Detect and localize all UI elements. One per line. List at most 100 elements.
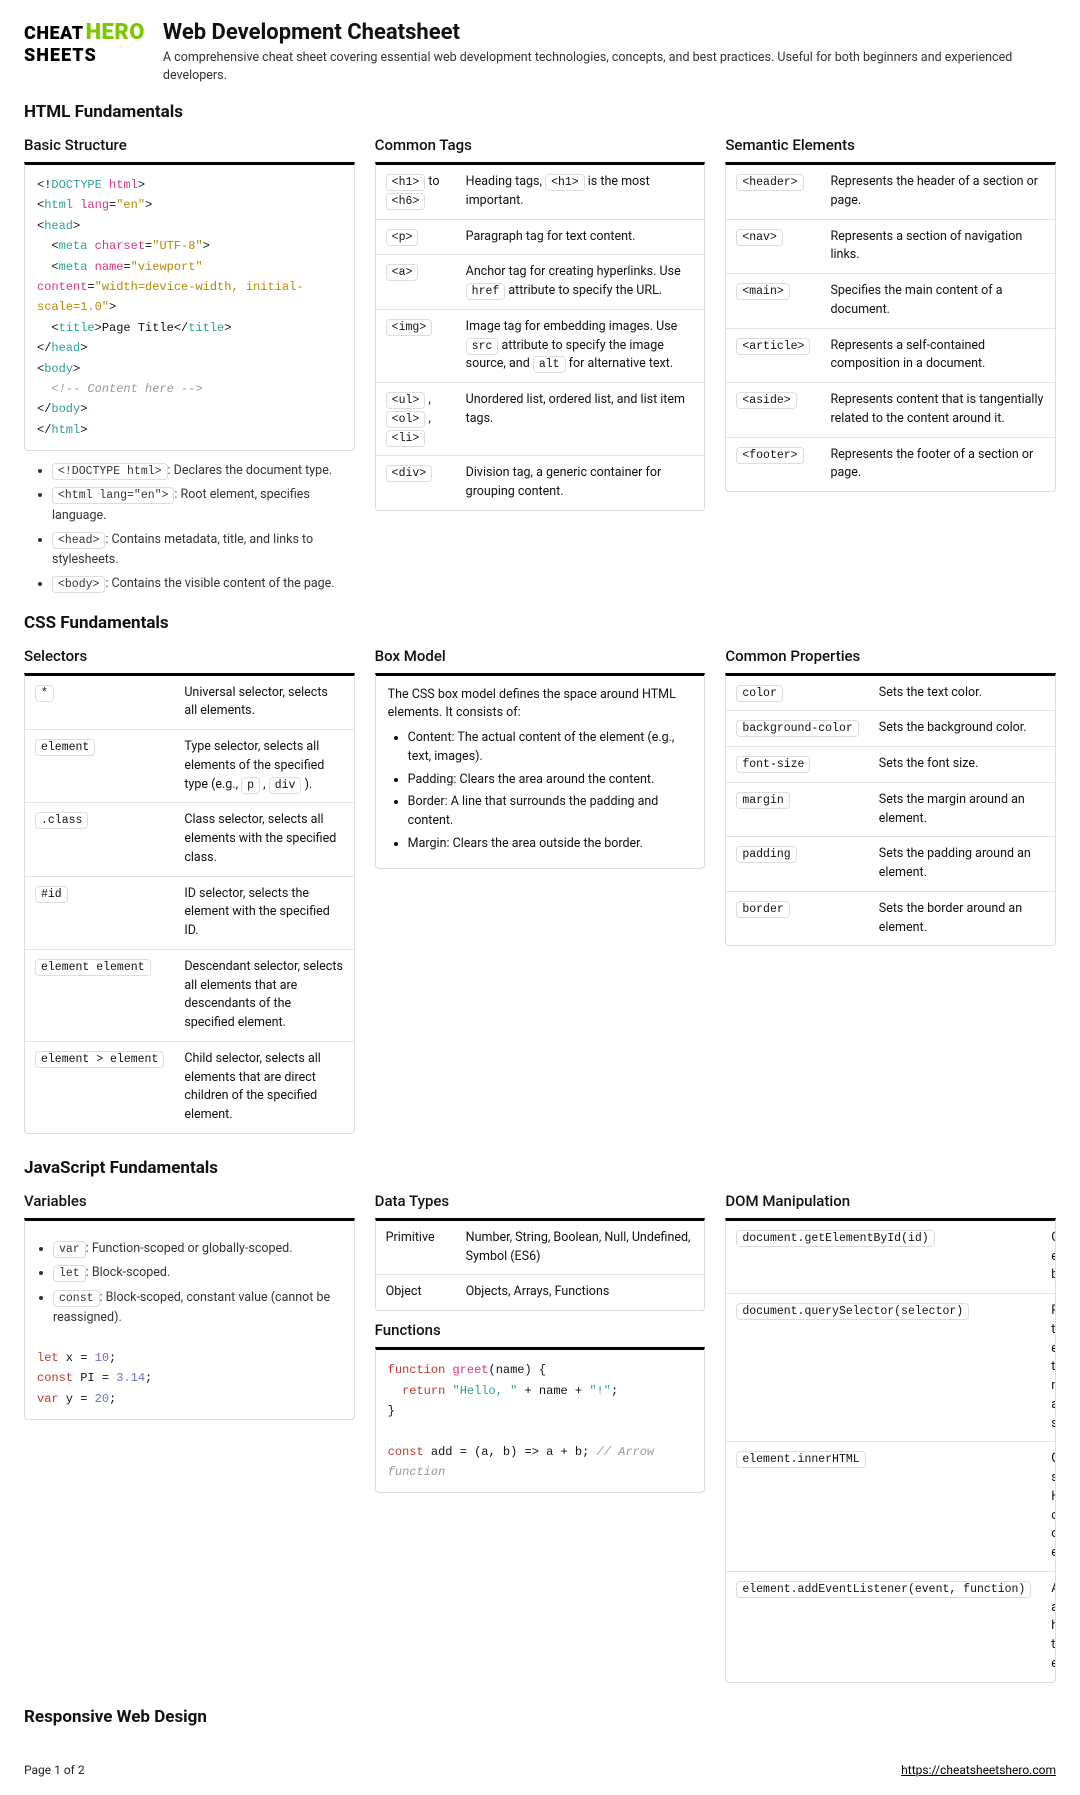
inline-code: element.innerHTML xyxy=(736,1451,865,1468)
subsection-heading: Box Model xyxy=(375,647,706,665)
inline-code: <h1> xyxy=(386,174,426,191)
cell-value: Represents a section of navigation links… xyxy=(820,219,1055,274)
page-title: Web Development Cheatsheet xyxy=(163,20,1056,45)
cell-value: Anchor tag for creating hyperlinks. Use … xyxy=(456,255,705,310)
table-row: document.querySelector(selector) Returns … xyxy=(726,1294,1056,1442)
subsection-heading: DOM Manipulation xyxy=(725,1192,1056,1210)
inline-code: #id xyxy=(35,886,68,903)
subsection-heading: Common Properties xyxy=(725,647,1056,665)
notes-list: var: Function-scoped or globally-scoped.… xyxy=(25,1229,354,1338)
table-row: <header>Represents the header of a secti… xyxy=(726,165,1055,219)
table-card: color Sets the text color. background-colo… xyxy=(725,673,1056,947)
cell-key: element > element xyxy=(25,1041,174,1133)
inline-code: padding xyxy=(736,846,796,863)
cell-key: <footer> xyxy=(726,437,820,491)
inline-code: <h1> xyxy=(545,174,585,191)
header: CHEAT HERO SHEETS Web Development Cheats… xyxy=(24,20,1056,84)
inline-code: src xyxy=(466,338,499,355)
cell-key: document.getElementById(id) xyxy=(726,1221,1041,1294)
code-block: <!DOCTYPE html> <html lang="en"> <head> … xyxy=(25,165,354,450)
table-row: <a> Anchor tag for creating hyperlinks. U… xyxy=(376,255,705,310)
inline-code: var xyxy=(53,1241,86,1258)
table-row: #idID selector, selects the element with… xyxy=(25,876,354,949)
cell-key: <article> xyxy=(726,328,820,383)
table-row: PrimitiveNumber, String, Boolean, Null, … xyxy=(376,1221,705,1275)
cell-value: Sets the font size. xyxy=(869,747,1055,783)
inline-code: <ul> xyxy=(386,392,426,409)
source-link[interactable]: https://cheatsheetshero.com xyxy=(901,1763,1056,1777)
inline-code: document.querySelector(selector) xyxy=(736,1303,969,1320)
table-row: element.innerHTMLGets or sets the HTML c… xyxy=(726,1442,1056,1572)
table-row: document.getElementById(id)Gets an eleme… xyxy=(726,1221,1056,1294)
subsection-heading: Functions xyxy=(375,1321,706,1339)
cell-value: Specifies the main content of a document… xyxy=(820,274,1055,329)
code-block: let x = 10; const PI = 3.14; var y = 20; xyxy=(25,1338,354,1419)
cell-key: <main> xyxy=(726,274,820,329)
table-row: <img>Image tag for embedding images. Use… xyxy=(376,309,705,382)
cell-value: Returns the first element that matches a… xyxy=(1041,1294,1056,1442)
section-heading: Responsive Web Design xyxy=(24,1707,1056,1727)
section-heading: JavaScript Fundamentals xyxy=(24,1158,1056,1178)
table-row: .classClass selector, selects all elemen… xyxy=(25,803,354,876)
cell-key: element.addEventListener(event, function… xyxy=(726,1571,1041,1681)
table-row: <nav>Represents a section of navigation … xyxy=(726,219,1055,274)
list-item: <body>: Contains the visible content of … xyxy=(52,574,355,594)
cell-value: Heading tags, <h1> is the most important… xyxy=(456,165,705,219)
list-text: : Function-scoped or globally-scoped. xyxy=(86,1241,293,1256)
inline-code: margin xyxy=(736,792,789,809)
inline-code: background-color xyxy=(736,720,858,737)
cell-value: Objects, Arrays, Functions xyxy=(456,1275,705,1310)
cell-value: Universal selector, selects all elements… xyxy=(174,676,353,730)
cell-value: Sets the text color. xyxy=(869,676,1055,711)
table-card: document.getElementById(id)Gets an eleme… xyxy=(725,1218,1056,1683)
cell-value: Sets the margin around an element. xyxy=(869,782,1055,837)
list-text: Clears the area around the content. xyxy=(456,772,654,787)
footer: Page 1 of 2 https://cheatsheetshero.com xyxy=(24,1763,1056,1777)
cell-value: Gets an element by its ID. xyxy=(1041,1221,1056,1294)
inline-code: border xyxy=(736,901,789,918)
cell-key: * xyxy=(25,676,174,730)
subsection-heading: Data Types xyxy=(375,1192,706,1210)
table-row: <p>Paragraph tag for text content. xyxy=(376,219,705,255)
list-item: <!DOCTYPE html>: Declares the document t… xyxy=(52,461,355,481)
table-card: <h1> to <h6>Heading tags, <h1> is the mo… xyxy=(375,162,706,511)
table-row: elementType selector, selects all elemen… xyxy=(25,730,354,803)
cell-key: document.querySelector(selector) xyxy=(726,1294,1041,1442)
inline-code: <ol> xyxy=(386,411,426,428)
notes-list: Content: The actual content of the eleme… xyxy=(388,729,693,854)
notes-list: <!DOCTYPE html>: Declares the document t… xyxy=(24,461,355,595)
cell-key: Object xyxy=(376,1275,456,1310)
table-row: ObjectObjects, Arrays, Functions xyxy=(376,1275,705,1310)
table-row: paddingSets the padding around an elemen… xyxy=(726,837,1055,892)
inline-code: <li> xyxy=(386,430,426,447)
table-row: borderSets the border around an element. xyxy=(726,891,1055,945)
table-row: element > elementChild selector, selects… xyxy=(25,1041,354,1133)
cell-key: font-size xyxy=(726,747,868,783)
inline-code: p xyxy=(241,777,260,794)
cell-key: element.innerHTML xyxy=(726,1442,1041,1572)
list-item: <head>: Contains metadata, title, and li… xyxy=(52,530,355,570)
table-row: element.addEventListener(event, function… xyxy=(726,1571,1056,1681)
inline-code: <img> xyxy=(386,319,433,336)
table-row: <main>Specifies the main content of a do… xyxy=(726,274,1055,329)
inline-code: element.addEventListener(event, function… xyxy=(736,1581,1031,1598)
cell-key: element element xyxy=(25,949,174,1041)
inline-code: <body> xyxy=(52,576,105,593)
list-bold: Content: xyxy=(408,730,455,745)
inline-code: <a> xyxy=(386,264,419,281)
code-block: function greet(name) { return "Hello, " … xyxy=(376,1350,705,1492)
inline-code: color xyxy=(736,685,783,702)
section-heading: CSS Fundamentals xyxy=(24,613,1056,633)
cell-value: Represents the header of a section or pa… xyxy=(820,165,1055,219)
logo-text: SHEETS xyxy=(24,45,145,66)
subsection-heading: Selectors xyxy=(24,647,355,665)
section-heading: HTML Fundamentals xyxy=(24,102,1056,122)
inline-code: font-size xyxy=(736,756,810,773)
table-row: <h1> to <h6>Heading tags, <h1> is the mo… xyxy=(376,165,705,219)
list-bold: Margin: xyxy=(408,836,450,851)
cell-value: Sets the background color. xyxy=(869,711,1055,747)
inline-code: <h6> xyxy=(386,193,426,210)
subsection-heading: Common Tags xyxy=(375,136,706,154)
inline-code: href xyxy=(466,283,506,300)
table-row: font-size Sets the font size. xyxy=(726,747,1055,783)
